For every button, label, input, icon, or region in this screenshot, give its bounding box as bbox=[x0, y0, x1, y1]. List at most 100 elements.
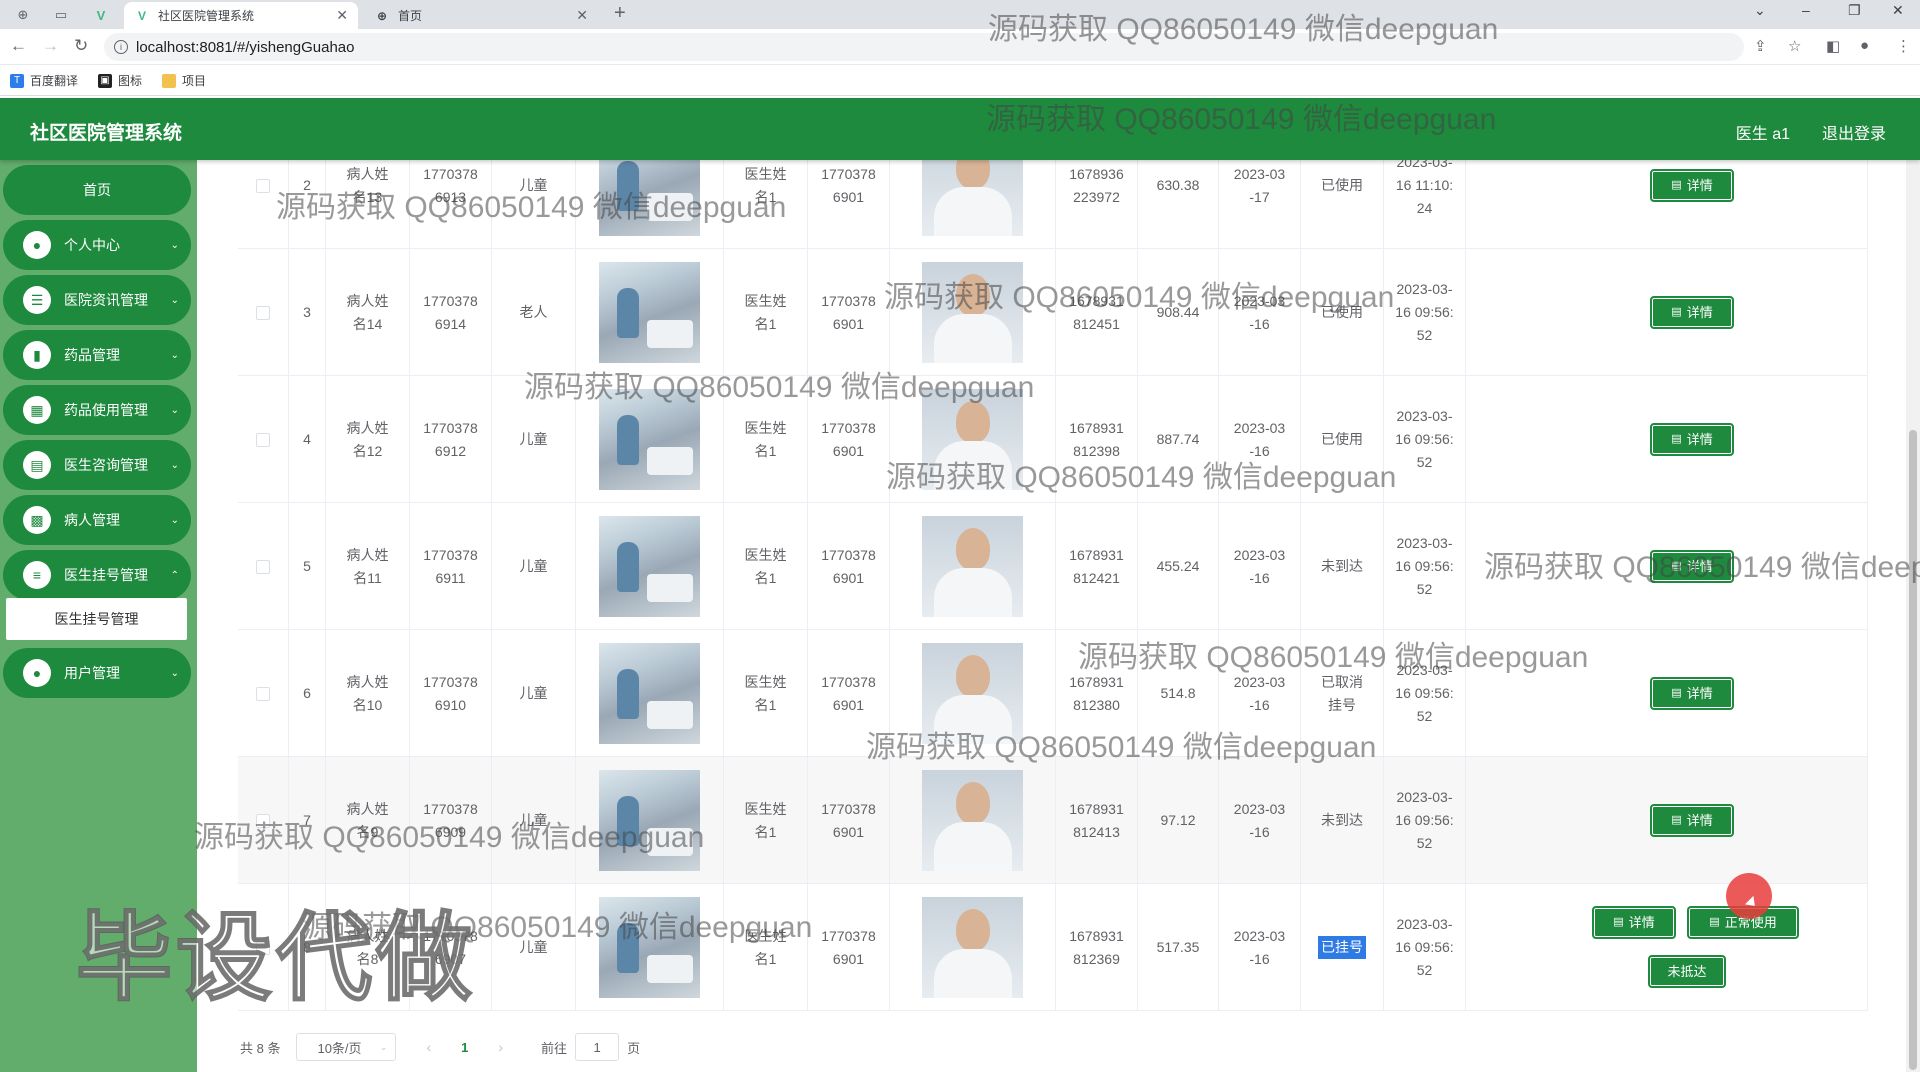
button-label: 详情 bbox=[1686, 686, 1713, 701]
bookmark-icons[interactable]: ▣ 图标 bbox=[98, 72, 142, 89]
sidebar-item-registration[interactable]: ≡ 医生挂号管理 ⌃ bbox=[3, 550, 191, 600]
cell-text: 1678931812451 bbox=[1069, 292, 1124, 332]
row-select-checkbox[interactable] bbox=[256, 813, 270, 828]
detail-button[interactable]: ▤ 详情 bbox=[1650, 423, 1734, 456]
pinned-tab-vue-icon[interactable]: V bbox=[88, 4, 114, 26]
logout-link[interactable]: 退出登录 bbox=[1822, 120, 1886, 144]
document-icon: ▤ bbox=[1671, 179, 1682, 191]
detail-button[interactable]: ▤ 详情 bbox=[1650, 296, 1734, 329]
cell-patient-phone: 17703786910 bbox=[410, 630, 492, 757]
chevron-up-icon: ⌃ bbox=[170, 569, 179, 581]
cell-registration-date: 2023-03-16 bbox=[1219, 630, 1301, 757]
sidebar-item-label: 医生挂号管理 bbox=[64, 567, 148, 583]
tab-home[interactable]: ⊕ 首页 ✕ bbox=[364, 2, 598, 29]
detail-button[interactable]: ▤ 详情 bbox=[1592, 906, 1676, 939]
cell-registration-no: 1678931812398 bbox=[1056, 376, 1138, 503]
side-panel-icon[interactable]: ◧ bbox=[1826, 37, 1840, 55]
doctor-photo bbox=[922, 160, 1023, 236]
cell-text: 已挂号 bbox=[1318, 936, 1366, 959]
row-select-checkbox[interactable] bbox=[256, 432, 270, 447]
chevron-down-icon: ⌄ bbox=[170, 404, 179, 416]
pinned-tab-blank-icon[interactable]: ▭ bbox=[48, 4, 74, 26]
prev-page-icon[interactable]: ‹ bbox=[426, 1039, 431, 1055]
cell-text: 儿童 bbox=[519, 177, 548, 193]
new-tab-plus-icon[interactable]: + bbox=[614, 2, 626, 25]
sidebar-item-consultation[interactable]: ▤ 医生咨询管理 ⌄ bbox=[3, 440, 191, 490]
cell-doctor-phone: 17703786901 bbox=[808, 630, 890, 757]
close-window-icon[interactable]: ✕ bbox=[1892, 2, 1904, 19]
cell-actions: ▤ 详情 bbox=[1466, 757, 1868, 884]
detail-button[interactable]: ▤ 详情 bbox=[1650, 550, 1734, 583]
close-tab-icon[interactable]: ✕ bbox=[576, 7, 588, 24]
profile-avatar-icon[interactable]: ● bbox=[1860, 37, 1869, 54]
cell-text: 2023-03-16 bbox=[1233, 292, 1286, 332]
detail-button[interactable]: ▤ 详情 bbox=[1650, 804, 1734, 837]
button-label: 详情 bbox=[1686, 305, 1713, 320]
back-arrow-icon[interactable]: ← bbox=[10, 36, 27, 56]
cell-doctor-name: 医生姓名1 bbox=[724, 884, 808, 1011]
submenu-item-registration-management[interactable]: 医生挂号管理 bbox=[6, 598, 187, 640]
folder-icon bbox=[162, 73, 177, 88]
forward-arrow-icon[interactable]: → bbox=[42, 36, 59, 56]
detail-button[interactable]: ▤ 详情 bbox=[1650, 677, 1734, 710]
document-icon: ▤ bbox=[1671, 433, 1682, 445]
restore-icon[interactable]: ❐ bbox=[1848, 2, 1861, 19]
site-info-icon[interactable]: i bbox=[114, 40, 128, 54]
page-scrollbar[interactable] bbox=[1906, 160, 1920, 1072]
url-omnibox[interactable]: i localhost:8081/#/yishengGuahao bbox=[104, 33, 1744, 61]
goto-page-input[interactable]: 1 bbox=[575, 1033, 620, 1061]
cell-doctor-phone: 17703786901 bbox=[808, 376, 890, 503]
tab-hospital-system[interactable]: V 社区医院管理系统 ✕ bbox=[124, 2, 358, 29]
cell-patient-type: 儿童 bbox=[492, 630, 576, 757]
detail-button[interactable]: ▤ 详情 bbox=[1650, 169, 1734, 202]
document-icon: ▤ bbox=[1671, 814, 1682, 826]
share-icon[interactable]: ⇪ bbox=[1754, 37, 1767, 55]
sidebar-item-personal-center[interactable]: ● 个人中心 ⌄ bbox=[3, 220, 191, 270]
cell-index: 3 bbox=[289, 249, 326, 376]
tab-search-chevron-icon[interactable]: ⌄ bbox=[1754, 2, 1766, 19]
pinned-tab-chrome-icon[interactable]: ⊕ bbox=[10, 4, 36, 26]
button-label: 详情 bbox=[1686, 432, 1713, 447]
row-select-checkbox[interactable] bbox=[256, 178, 270, 193]
cell-patient-phone: 17703786911 bbox=[410, 503, 492, 630]
sidebar-item-medicine[interactable]: ▮ 药品管理 ⌄ bbox=[3, 330, 191, 380]
cell-text: 1678936223972 bbox=[1069, 165, 1124, 205]
cell-patient-name: 病人姓名13 bbox=[326, 160, 410, 249]
bookmark-star-icon[interactable]: ☆ bbox=[1788, 37, 1801, 55]
sidebar-item-patients[interactable]: ▩ 病人管理 ⌄ bbox=[3, 495, 191, 545]
sidebar-item-home[interactable]: 首页 bbox=[3, 165, 191, 215]
browser-menu-icon[interactable]: ⋮ bbox=[1896, 37, 1911, 55]
row-select-checkbox[interactable] bbox=[256, 686, 270, 701]
page-number-current[interactable]: 1 bbox=[461, 1040, 468, 1055]
cell-registration-no: 1678931812413 bbox=[1056, 757, 1138, 884]
bookmark-projects[interactable]: 项目 bbox=[162, 72, 206, 89]
scrollbar-thumb[interactable] bbox=[1909, 430, 1917, 1070]
cell-actions: ▤ 详情 bbox=[1466, 630, 1868, 757]
row-select-checkbox[interactable] bbox=[256, 559, 270, 574]
next-page-icon[interactable]: › bbox=[498, 1039, 503, 1055]
minimize-icon[interactable]: – bbox=[1802, 2, 1810, 18]
cell-patient-type: 老人 bbox=[492, 249, 576, 376]
cell-text: 2023-03-16 09:56:52 bbox=[1395, 789, 1454, 851]
page-size-select[interactable]: 10条/页 ⌄ bbox=[296, 1033, 397, 1061]
cell-text: 17703786910 bbox=[423, 673, 478, 713]
row-select-checkbox[interactable] bbox=[256, 305, 270, 320]
sidebar-item-medicine-usage[interactable]: ▦ 药品使用管理 ⌄ bbox=[3, 385, 191, 435]
patient-photo bbox=[599, 897, 700, 998]
sidebar-item-users[interactable]: ● 用户管理 ⌄ bbox=[3, 648, 191, 698]
sidebar-item-news[interactable]: ☰ 医院资讯管理 ⌄ bbox=[3, 275, 191, 325]
reload-icon[interactable]: ↻ bbox=[74, 36, 88, 56]
cell-text: 1678931812421 bbox=[1069, 546, 1124, 586]
cell-registration-no: 1678936223972 bbox=[1056, 160, 1138, 249]
cell-doctor-photo bbox=[890, 630, 1056, 757]
cell-text: 已使用 bbox=[1321, 177, 1363, 193]
document-icon: ▤ bbox=[1671, 306, 1682, 318]
cell-registration-date: 2023-03-16 bbox=[1219, 503, 1301, 630]
cell-text: 7 bbox=[303, 812, 311, 828]
cell-text: 3 bbox=[303, 304, 311, 320]
sidebar-item-label: 首页 bbox=[83, 182, 111, 198]
bookmark-baidu-translate[interactable]: T 百度翻译 bbox=[10, 72, 78, 89]
no-show-button[interactable]: 未抵达 bbox=[1648, 955, 1726, 988]
cell-doctor-name: 医生姓名1 bbox=[724, 160, 808, 249]
close-tab-icon[interactable]: ✕ bbox=[336, 7, 348, 24]
